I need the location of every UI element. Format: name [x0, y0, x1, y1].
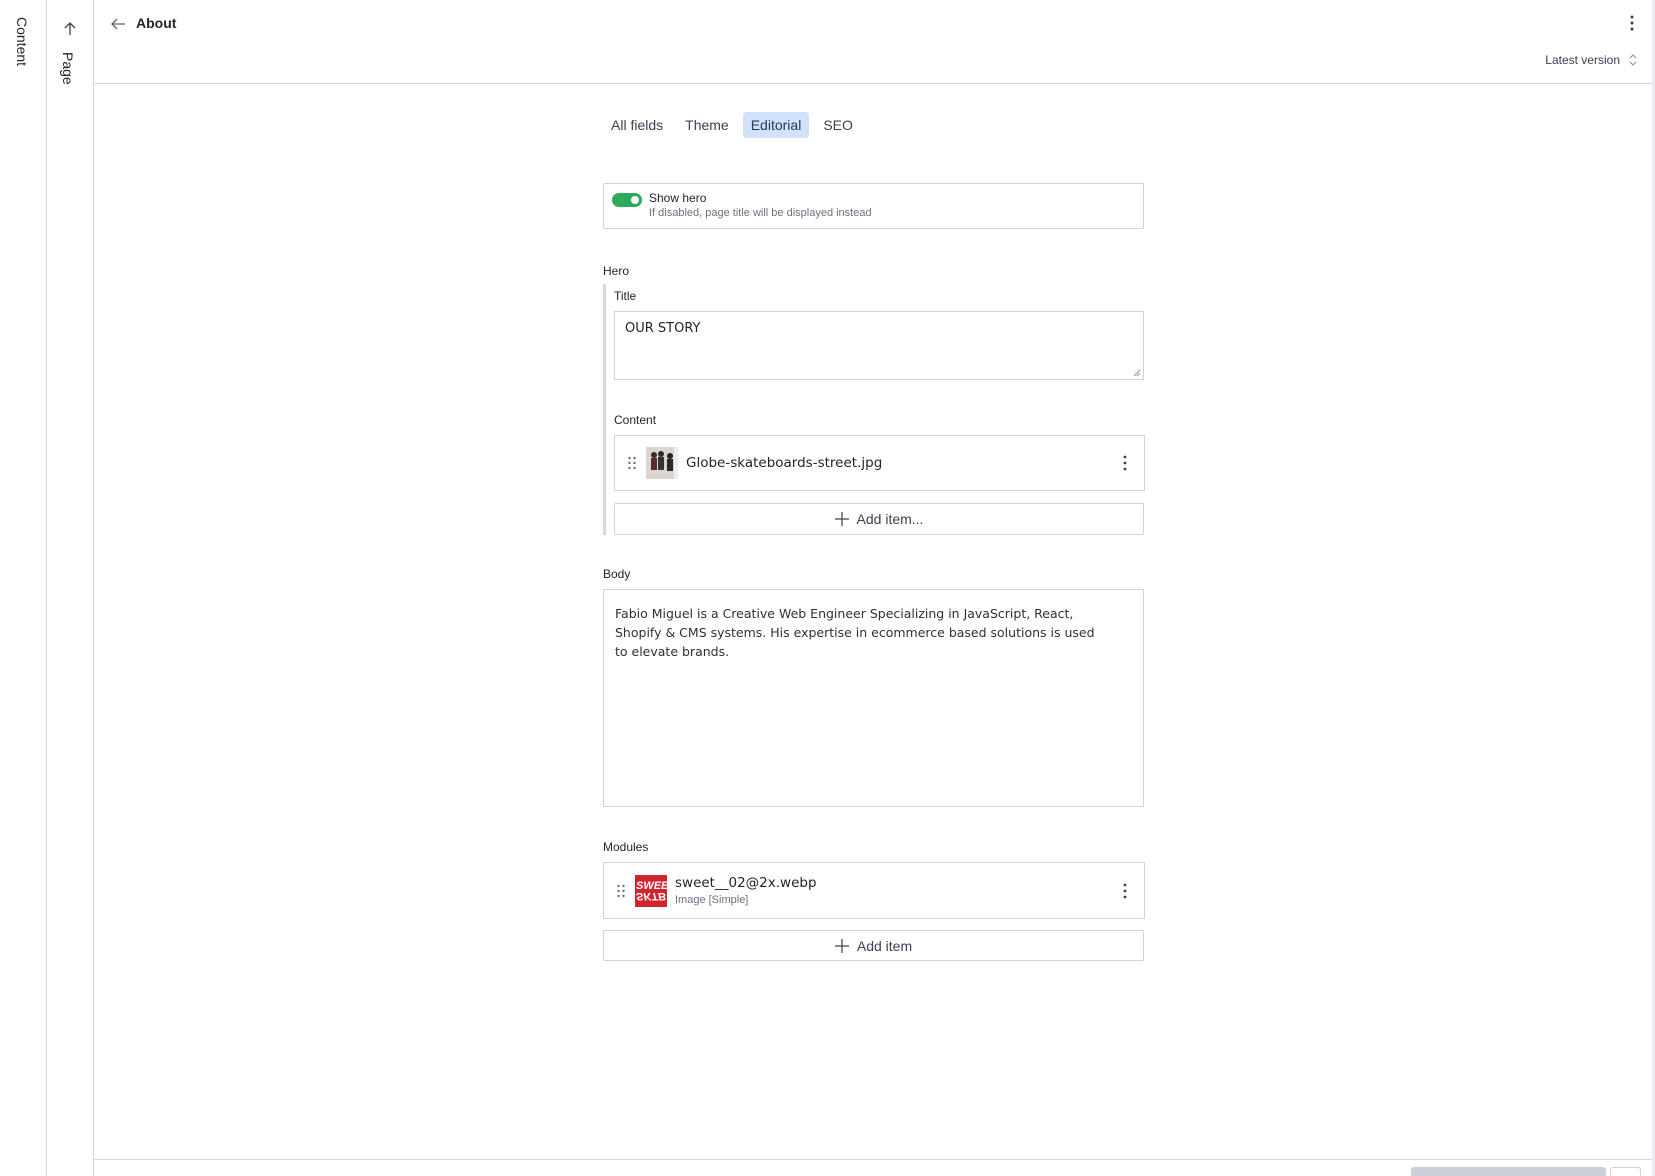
- version-label: Latest version: [1545, 53, 1620, 67]
- item-more-icon[interactable]: [1118, 881, 1132, 901]
- module-item-name: sweet__02@2x.webp: [675, 875, 817, 891]
- tab-seo[interactable]: SEO: [815, 112, 861, 138]
- plus-icon: [834, 512, 849, 526]
- add-module-label: Add item: [856, 937, 913, 954]
- more-options-icon[interactable]: [1624, 12, 1640, 34]
- body-input[interactable]: Fabio Miguel is a Creative Web Engineer …: [603, 589, 1144, 807]
- content-item-name: Globe-skateboards-street.jpg: [686, 455, 883, 471]
- field-group-tabs: All fields Theme Editorial SEO: [603, 112, 861, 138]
- show-hero-toggle[interactable]: [612, 193, 642, 207]
- item-more-icon[interactable]: [1118, 453, 1132, 473]
- content-label: Content: [614, 413, 657, 427]
- tab-all-fields[interactable]: All fields: [603, 112, 671, 138]
- body-value: Fabio Miguel is a Creative Web Engineer …: [615, 606, 1095, 659]
- add-content-item-button[interactable]: Add item...: [614, 503, 1144, 535]
- document-pane: About Latest version All fields Theme Ed…: [94, 0, 1652, 1176]
- document-header: About Latest version: [94, 0, 1652, 84]
- back-arrow-icon[interactable]: [108, 14, 128, 34]
- content-rail[interactable]: Content: [0, 0, 47, 1176]
- plus-icon: [834, 938, 849, 953]
- version-select[interactable]: Latest version: [1545, 52, 1638, 68]
- footer-divider: [94, 1159, 1652, 1160]
- show-hero-help: If disabled, page title will be displaye…: [649, 207, 872, 219]
- page-title: About: [136, 15, 177, 31]
- chevron-up-down-icon: [1629, 54, 1637, 66]
- hero-group-border: [603, 284, 606, 535]
- tab-theme[interactable]: Theme: [677, 112, 737, 138]
- arrow-up-icon[interactable]: [61, 20, 79, 38]
- module-item-type: Image [Simple]: [675, 894, 749, 906]
- title-input[interactable]: OUR STORY: [614, 311, 1144, 380]
- title-label: Title: [614, 289, 637, 303]
- resize-handle-icon[interactable]: [1133, 369, 1141, 377]
- add-content-item-label: Add item...: [856, 511, 924, 527]
- content-rail-label[interactable]: Content: [14, 17, 30, 66]
- module-list-item[interactable]: SWEE SKTB sweet__02@2x.webp Image [Simpl…: [603, 862, 1145, 919]
- image-thumbnail: [646, 447, 678, 479]
- footer-more-button[interactable]: [1610, 1167, 1641, 1176]
- content-list-item[interactable]: Globe-skateboards-street.jpg: [614, 435, 1145, 491]
- drag-handle-icon[interactable]: [627, 456, 637, 470]
- modules-label: Modules: [603, 840, 649, 854]
- page-rail[interactable]: Page: [47, 0, 94, 1176]
- tab-editorial[interactable]: Editorial: [742, 112, 810, 138]
- module-thumbnail: SWEE SKTB: [635, 875, 667, 907]
- body-label: Body: [603, 567, 631, 581]
- hero-label: Hero: [603, 264, 630, 278]
- publish-button[interactable]: [1411, 1167, 1606, 1176]
- title-value: OUR STORY: [625, 321, 701, 336]
- show-hero-label: Show hero: [649, 191, 707, 205]
- page-rail-label[interactable]: Page: [60, 52, 76, 85]
- svg-text:SKTB: SKTB: [636, 890, 666, 902]
- add-module-button[interactable]: Add item: [603, 930, 1144, 961]
- show-hero-field: Show hero If disabled, page title will b…: [603, 183, 1144, 229]
- drag-handle-icon[interactable]: [616, 884, 626, 898]
